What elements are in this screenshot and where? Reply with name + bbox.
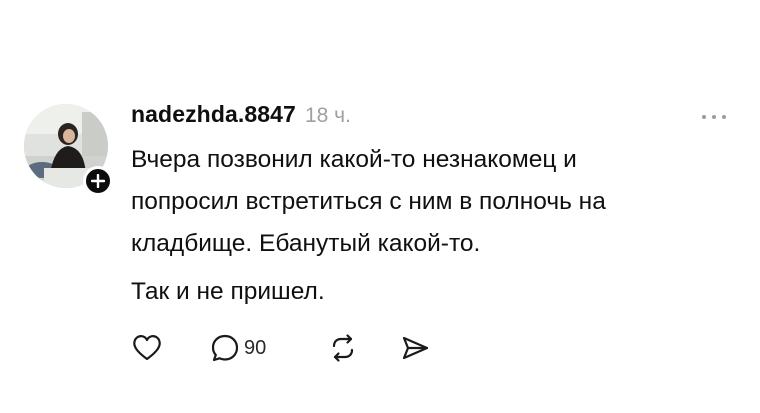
like-button[interactable]	[132, 328, 162, 368]
post-text-line: кладбище. Ебанутый какой-то.	[131, 230, 481, 257]
post-text-line: попросил встретиться с ним в полночь на	[131, 188, 606, 215]
repost-icon	[332, 334, 354, 362]
post-text-line: Так и не пришел.	[131, 278, 325, 305]
reply-count: 90	[244, 336, 267, 359]
share-button[interactable]	[400, 328, 430, 368]
more-dots-icon	[702, 115, 706, 119]
post-text-line: Вчера позвонил какой-то незнакомец и	[131, 146, 577, 173]
plus-icon	[91, 174, 105, 188]
comment-icon	[211, 334, 239, 362]
repost-button[interactable]	[328, 328, 358, 368]
post-header: nadezhda.8847 18 ч.	[131, 101, 351, 137]
heart-icon	[133, 335, 161, 361]
follow-button[interactable]	[83, 166, 113, 196]
send-icon	[402, 336, 429, 360]
reply-button[interactable]: 90	[210, 328, 266, 368]
more-options-button[interactable]	[694, 106, 734, 128]
thread-post: nadezhda.8847 18 ч. Вчера позвонил какой…	[0, 0, 760, 413]
timestamp[interactable]: 18 ч.	[305, 104, 351, 128]
username[interactable]: nadezhda.8847	[131, 101, 296, 128]
